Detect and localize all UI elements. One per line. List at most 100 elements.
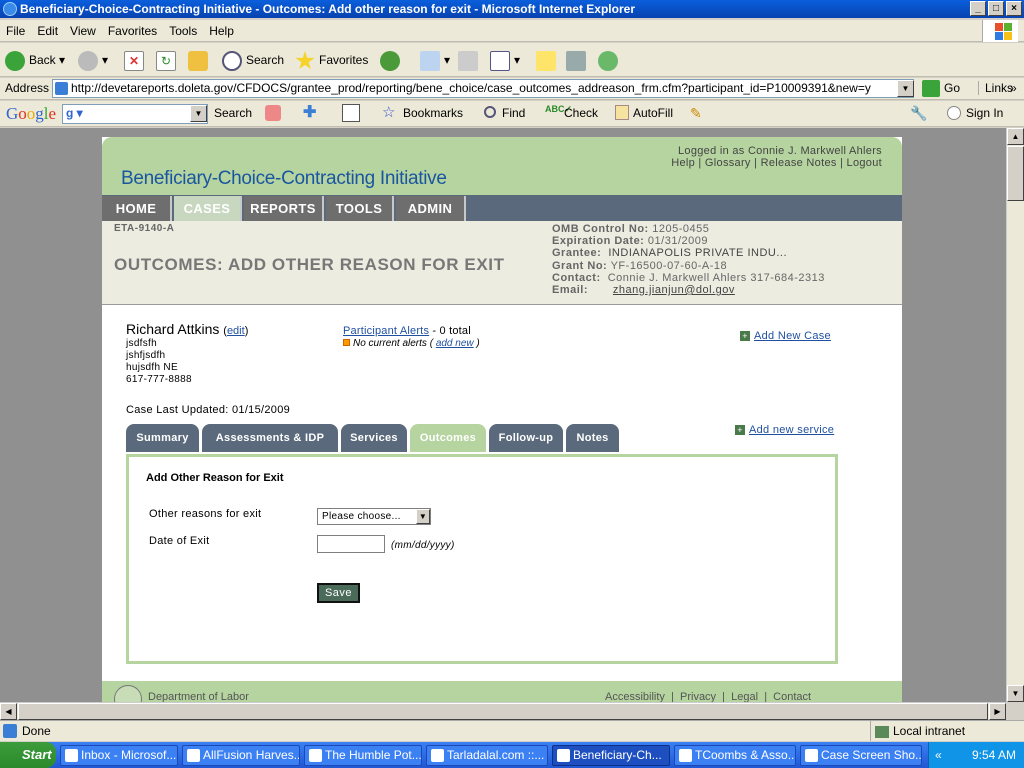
address-dropdown-button[interactable]: ▼ [897,80,914,97]
logout-link[interactable]: Logout [847,157,882,169]
menu-view[interactable]: View [64,20,102,42]
add-new-service-link[interactable]: Add new service [749,424,834,436]
browser-viewport: Logged in as Connie J. Markwell Ahlers H… [0,128,1006,702]
minimize-button[interactable]: _ [970,1,986,16]
star-icon [295,50,315,70]
contact-link[interactable]: Contact [773,691,811,702]
vertical-scroll-thumb[interactable] [1007,146,1024,201]
check-button[interactable]: Check [564,106,598,120]
legal-link[interactable]: Legal [731,691,758,702]
task-tarladalal[interactable]: Tarladalal.com ::... [426,745,548,766]
mail-button[interactable]: ▾ [420,49,450,71]
tab-follow-up[interactable]: Follow-up [489,424,563,452]
glossary-link[interactable]: Glossary [705,157,751,169]
go-button[interactable]: Go [944,81,960,95]
alerts-status: No current alerts ( add new ) [343,338,480,349]
help-link[interactable]: Help [671,157,695,169]
plus-icon[interactable]: ✚ [303,105,319,121]
messenger-button[interactable] [598,49,622,71]
scroll-down-button[interactable]: ▼ [1007,685,1024,702]
footer-dept: Department of Labor [148,691,249,702]
accessibility-link[interactable]: Accessibility [605,691,665,702]
refresh-button[interactable]: ↻ [156,49,180,71]
horizontal-scroll-thumb[interactable] [18,703,988,720]
ie-icon [3,2,17,16]
add-new-case-link[interactable]: Add New Case [754,330,831,342]
close-button[interactable]: × [1006,1,1022,16]
highlighter-icon[interactable]: ✎ [690,105,706,121]
history-button[interactable] [380,49,404,71]
status-bar: Done Local intranet [0,720,1024,741]
signin-button[interactable]: Sign In [966,106,1003,120]
autofill-button[interactable]: AutoFill [633,106,673,120]
tab-services[interactable]: Services [341,424,407,452]
task-tcoombs[interactable]: TCoombs & Asso... [674,745,796,766]
save-button[interactable]: Save [317,583,360,603]
tab-summary[interactable]: Summary [126,424,199,452]
find-button[interactable]: Find [502,106,525,120]
task-humble-pot[interactable]: The Humble Pot... [304,745,422,766]
exit-date-input[interactable] [317,535,385,553]
address-input[interactable]: http://devetareports.doleta.gov/CFDOCS/g… [52,79,914,98]
links-button[interactable]: Links [978,81,1013,95]
scroll-right-button[interactable]: ▶ [989,703,1006,720]
ie-icon [309,749,322,762]
tab-assessments[interactable]: Assessments & IDP [202,424,338,452]
tab-notes[interactable]: Notes [566,424,619,452]
menu-help[interactable]: Help [203,20,240,42]
scroll-left-button[interactable]: ◀ [0,703,17,720]
search-button[interactable]: Search [222,49,284,71]
task-case-screen[interactable]: Case Screen Sho... [800,745,922,766]
horizontal-scrollbar[interactable]: ◀ ▶ [0,702,1006,720]
stop-icon: ✕ [124,50,144,71]
menu-edit[interactable]: Edit [31,20,64,42]
scroll-up-button[interactable]: ▲ [1007,128,1024,145]
reason-dropdown-arrow[interactable]: ▼ [416,509,430,524]
menu-tools[interactable]: Tools [163,20,203,42]
tray-expand-icon[interactable]: « [935,742,942,768]
google-search-input[interactable]: g ▾ ▼ [62,104,208,124]
google-search-dropdown[interactable]: ▼ [190,105,207,122]
google-search-button[interactable]: Search [214,106,252,120]
vertical-scrollbar[interactable]: ▲ ▼ [1006,128,1024,702]
print-button[interactable] [458,49,482,71]
tab-outcomes[interactable]: Outcomes [410,424,486,452]
forward-button[interactable]: ▾ [78,49,108,71]
nav-cases[interactable]: CASES [174,196,242,221]
notes-button[interactable] [536,49,560,71]
pagerank-icon[interactable] [265,105,281,121]
edit-participant-link[interactable]: edit [227,325,245,337]
links-chevron-icon[interactable]: » [1010,81,1017,95]
start-button[interactable]: Start [0,742,56,768]
nav-reports[interactable]: REPORTS [244,196,324,221]
research-button[interactable] [566,49,590,71]
back-button[interactable]: Back ▾ [5,49,65,71]
nav-tools[interactable]: TOOLS [326,196,394,221]
form-heading: Add Other Reason for Exit [146,472,284,484]
participant-alerts-link[interactable]: Participant Alerts [343,325,429,337]
release-notes-link[interactable]: Release Notes [761,157,837,169]
task-beneficiary[interactable]: Beneficiary-Ch... [552,745,670,766]
privacy-link[interactable]: Privacy [680,691,716,702]
reason-select[interactable]: Please choose... ▼ [317,508,431,525]
task-inbox[interactable]: Inbox - Microsof... [60,745,178,766]
home-button[interactable] [188,49,212,71]
printer-icon [458,50,478,71]
email-link[interactable]: zhang.jianjun@dol.gov [613,284,735,296]
nav-home[interactable]: HOME [102,196,172,221]
site-footer: Department of Labor Accessibility | Priv… [102,681,902,702]
add-alert-link[interactable]: add new [436,338,474,349]
task-allfusion[interactable]: AllFusion Harves... [182,745,300,766]
menu-favorites[interactable]: Favorites [102,20,163,42]
bookmarks-button[interactable]: Bookmarks [403,106,463,120]
popup-blocker-icon[interactable] [342,104,360,122]
go-arrow-icon[interactable] [922,80,940,97]
wrench-icon[interactable]: 🔧 [910,105,927,121]
nav-admin[interactable]: ADMIN [396,196,466,221]
grantee-link[interactable]: INDIANAPOLIS PRIVATE INDU... [608,247,787,259]
maximize-button[interactable]: □ [988,1,1004,16]
favorites-button[interactable]: Favorites [295,49,368,71]
menu-file[interactable]: File [0,20,31,42]
edit-button[interactable]: ▾ [490,49,520,71]
stop-button[interactable]: ✕ [124,49,148,71]
